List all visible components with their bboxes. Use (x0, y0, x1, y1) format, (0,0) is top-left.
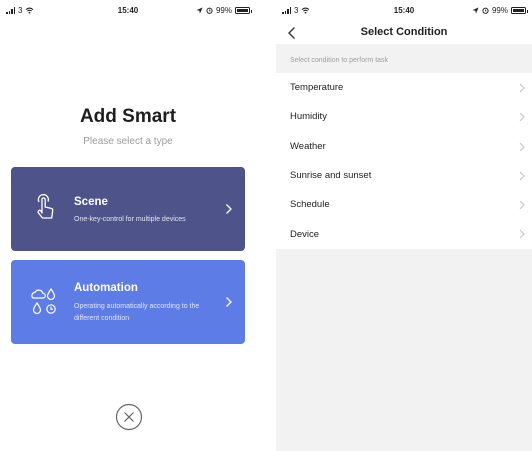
location-arrow-icon (196, 7, 203, 14)
status-right: 99% (196, 6, 252, 15)
condition-label: Humidity (290, 111, 327, 123)
weather-clock-icon (31, 287, 56, 315)
status-right: 99% (472, 6, 528, 15)
chevron-right-icon (519, 142, 525, 151)
condition-label: Schedule (290, 199, 330, 211)
page-subtitle: Please select a type (83, 136, 173, 147)
page-title: Add Smart (79, 106, 177, 127)
battery-icon (511, 7, 528, 14)
chevron-right-icon (519, 83, 525, 93)
condition-label: Sunrise and sunset (290, 170, 372, 182)
section-header: Select condition to perform task (290, 57, 389, 64)
close-circle-icon[interactable] (115, 403, 143, 431)
battery-icon (235, 7, 252, 14)
automation-card[interactable]: Automation Operating automatically accor… (11, 260, 245, 344)
alarm-icon (482, 7, 489, 14)
condition-row-sunrise-sunset[interactable]: Sunrise and sunset (276, 161, 532, 190)
scene-card[interactable]: Scene One-key-control for multiple devic… (11, 167, 245, 251)
battery-percent: 99% (491, 6, 508, 15)
chevron-right-icon (519, 171, 525, 181)
battery-percent: 99% (215, 6, 232, 15)
hand-tap-icon (37, 193, 54, 219)
condition-label: Device (290, 228, 320, 240)
condition-label: Temperature (290, 82, 344, 94)
condition-list: Temperature Humidity Weather Sunrise and… (276, 73, 532, 249)
chevron-right-icon (519, 112, 525, 122)
alarm-icon (206, 7, 213, 14)
scene-card-title: Scene (74, 196, 108, 208)
condition-row-humidity[interactable]: Humidity (276, 102, 532, 131)
chevron-right-icon (226, 297, 232, 307)
automation-card-description: Operating automatically according to the… (74, 303, 200, 322)
location-arrow-icon (472, 7, 479, 14)
status-bar: 3 15:40 99% (0, 0, 256, 22)
scene-card-description: One-key-control for multiple devices (74, 216, 186, 223)
condition-row-device[interactable]: Device (276, 219, 532, 248)
condition-row-temperature[interactable]: Temperature (276, 73, 532, 102)
condition-row-weather[interactable]: Weather (276, 132, 532, 161)
condition-row-schedule[interactable]: Schedule (276, 190, 532, 219)
condition-label: Weather (290, 140, 326, 152)
chevron-right-icon (519, 200, 525, 210)
automation-card-title: Automation (74, 282, 138, 294)
chevron-right-icon (519, 230, 525, 239)
select-condition-screen: 3 15:40 99% Select Condition Select cond… (276, 0, 532, 451)
add-smart-screen: 3 15:40 99% Add Smart Please select a ty… (0, 0, 256, 451)
page-title: Select Condition (360, 26, 448, 38)
status-bar: 3 15:40 99% (276, 0, 532, 22)
chevron-right-icon (226, 204, 232, 214)
navigation-bar: Select Condition (276, 22, 532, 44)
